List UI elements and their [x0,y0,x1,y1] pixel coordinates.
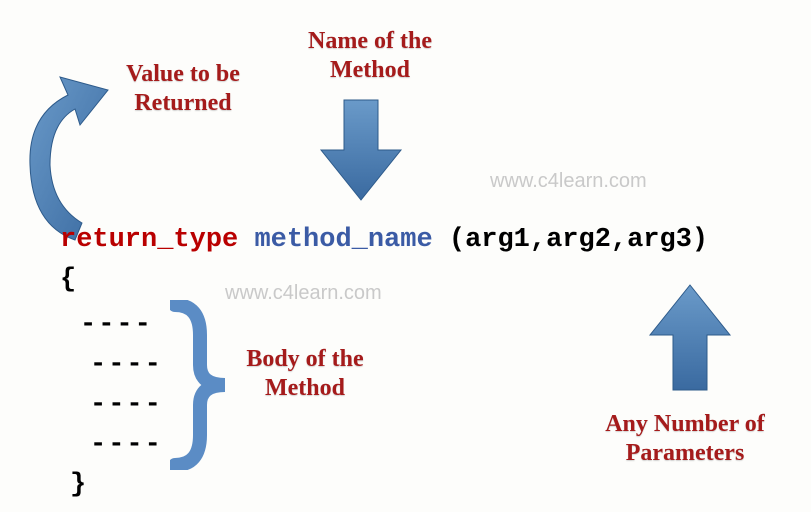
open-brace: { [60,265,76,295]
curved-arrow-icon [20,75,130,245]
watermark-top: www.c4learn.com [490,170,647,193]
arrow-down-icon [316,95,406,205]
arrow-up-icon [645,280,735,395]
label-body: Body of theMethod [220,345,390,403]
label-method-name: Name of theMethod [275,27,465,85]
code-return-type: return_type [60,225,238,255]
curly-brace-icon [170,300,230,470]
code-method-name: method_name [254,225,432,255]
code-args: (arg1,arg2,arg3) [449,225,708,255]
close-brace: } [70,470,86,500]
code-signature: return_type method_name (arg1,arg2,arg3) [60,225,708,255]
body-line-2: ---- [90,350,163,380]
watermark-bottom: www.c4learn.com [225,282,382,305]
body-line-1: ---- [80,310,153,340]
label-parameters: Any Number ofParameters [575,410,795,468]
body-line-4: ---- [90,430,163,460]
body-line-3: ---- [90,390,163,420]
